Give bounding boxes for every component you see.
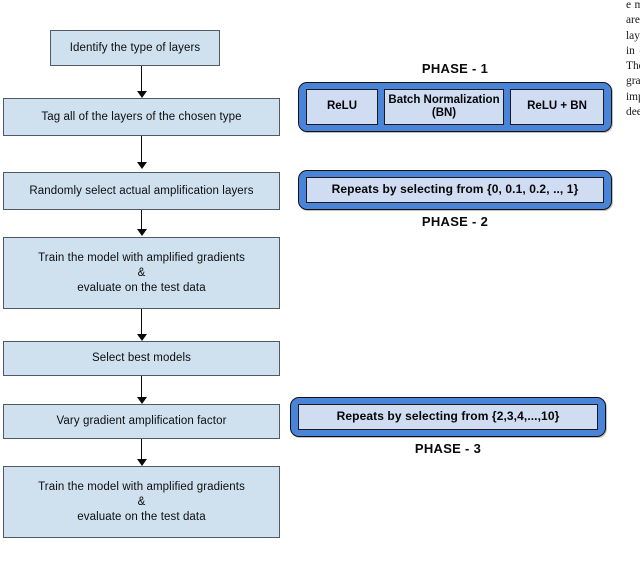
phase-1-label: PHASE - 1 [421,61,489,76]
flow-arrow-1 [136,66,147,98]
phase-2-panel: Repeats by selecting from {0, 0.1, 0.2, … [298,170,612,210]
flow-step-tag-layers: Tag all of the layers of the chosen type [3,98,280,136]
figure-canvas: Identify the type of layers Tag all of t… [0,0,640,569]
phase-1-panel: ReLU Batch Normalization (BN) ReLU + BN [298,82,612,132]
phase-1-option-relu-plus-bn[interactable]: ReLU + BN [510,89,604,125]
flow-step-random-select-layers: Randomly select actual amplification lay… [3,172,280,210]
phase-2-label: PHASE - 2 [421,214,489,229]
flow-step-identify-layer-type: Identify the type of layers [50,30,220,66]
flow-step-train-evaluate-2: Train the model with amplified gradients… [3,466,280,538]
adjacent-text-column: e model. The gradient amplification fact… [626,0,640,569]
phase-2-option-repeats-ratio[interactable]: Repeats by selecting from {0, 0.1, 0.2, … [306,177,604,203]
adjacent-text-column-body: e model. The gradient amplification fact… [626,0,640,118]
phase-3-panel: Repeats by selecting from {2,3,4,...,10} [290,397,606,437]
phase-1-option-batch-normalization[interactable]: Batch Normalization (BN) [384,89,504,125]
flow-arrow-2 [136,136,147,169]
flow-arrow-5 [136,376,147,404]
phase-3-label: PHASE - 3 [414,441,482,456]
flow-arrow-4 [136,309,147,341]
flow-step-vary-amplification-factor: Vary gradient amplification factor [3,404,280,439]
phase-1-option-relu[interactable]: ReLU [306,89,378,125]
flow-arrow-6 [136,439,147,466]
flow-step-train-evaluate-1: Train the model with amplified gradients… [3,237,280,309]
phase-3-option-repeats-factor[interactable]: Repeats by selecting from {2,3,4,...,10} [298,404,598,430]
flow-arrow-3 [136,210,147,236]
flow-step-select-best-models: Select best models [3,341,280,376]
